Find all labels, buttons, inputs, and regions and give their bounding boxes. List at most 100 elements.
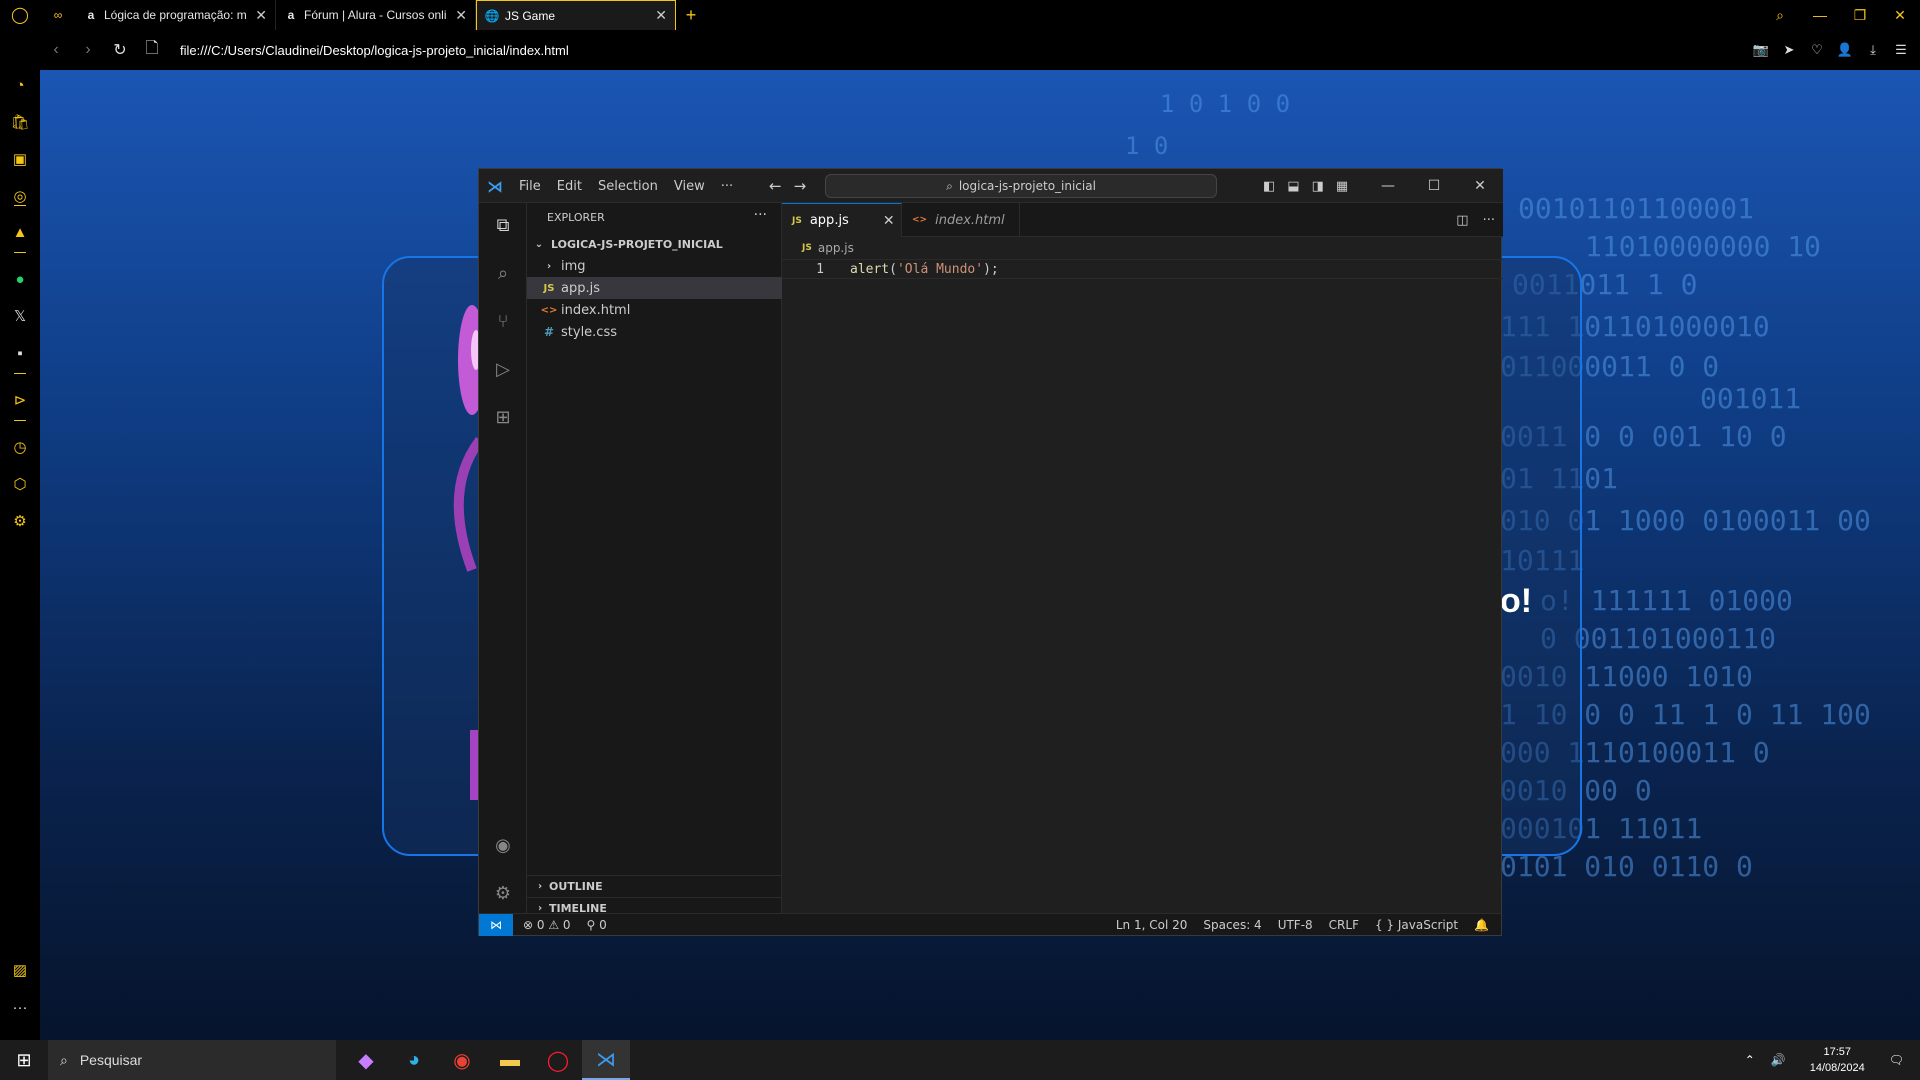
go-forward-icon[interactable]: → <box>794 177 807 195</box>
close-tab-icon[interactable]: ✕ <box>655 7 667 24</box>
outline-section[interactable]: › OUTLINE <box>527 875 782 897</box>
vscode-taskbar-icon[interactable]: ⋊ <box>582 1040 630 1080</box>
run-debug-icon[interactable]: ▷ <box>491 357 515 381</box>
remote-indicator-icon[interactable]: ⋈ <box>479 913 513 936</box>
shopping-icon[interactable]: 🛍 <box>8 110 32 134</box>
vscode-close-icon[interactable]: ✕ <box>1457 169 1503 203</box>
copilot-icon[interactable]: ◆ <box>342 1040 390 1080</box>
send-icon[interactable]: ➤ <box>1778 39 1800 61</box>
workspaces-icon[interactable]: ∞ <box>40 0 76 30</box>
heart-icon[interactable]: ♡ <box>1806 39 1828 61</box>
tree-item-indexhtml[interactable]: <> index.html <box>527 299 782 321</box>
close-tab-icon[interactable]: ✕ <box>255 7 267 24</box>
back-icon[interactable]: ‹ <box>40 30 72 70</box>
go-back-icon[interactable]: ← <box>769 177 782 195</box>
file-explorer-icon[interactable]: ▬ <box>486 1040 534 1080</box>
extensions-view-icon[interactable]: ⊞ <box>491 405 515 429</box>
explorer-icon[interactable]: ⧉ <box>491 213 515 237</box>
new-tab-button[interactable]: + <box>676 0 706 30</box>
opera-logo-icon[interactable]: ◯ <box>0 0 40 30</box>
search-view-icon[interactable]: ⌕ <box>491 261 515 285</box>
accounts-icon[interactable]: ◉ <box>491 833 515 857</box>
manage-gear-icon[interactable]: ⚙ <box>491 881 515 905</box>
taskbar-search[interactable]: ⌕ Pesquisar <box>48 1040 336 1080</box>
command-center-search[interactable]: ⌕ logica-js-projeto_inicial <box>825 174 1217 198</box>
tab-indexhtml[interactable]: <> index.html <box>902 203 1020 237</box>
toggle-sidebar-icon[interactable]: ◧ <box>1263 179 1275 194</box>
clock[interactable]: 17:57 14/08/2024 <box>1810 1044 1865 1076</box>
forward-icon[interactable]: › <box>72 30 104 70</box>
breadcrumb[interactable]: JS app.js <box>782 237 854 259</box>
source-control-icon[interactable]: ⑂ <box>491 309 515 333</box>
tab-appjs[interactable]: JS app.js ✕ <box>782 203 902 237</box>
code-line[interactable]: 1 alert('Olá Mundo'); <box>782 259 1503 279</box>
edge-icon[interactable]: ◕ <box>390 1040 438 1080</box>
close-window-icon[interactable]: ✕ <box>1880 0 1920 30</box>
close-editor-icon[interactable]: ✕ <box>883 213 895 229</box>
toggle-secondary-sidebar-icon[interactable]: ◨ <box>1312 179 1324 194</box>
discord-icon[interactable]: ▪ <box>8 341 32 365</box>
more-icon[interactable]: ··· <box>8 995 32 1019</box>
settings-icon[interactable]: ⚙ <box>8 509 32 533</box>
speed-dial-icon[interactable]: ◔ <box>8 73 32 97</box>
tab-js-game[interactable]: 🌐 JS Game ✕ <box>476 0 676 30</box>
chrome-icon[interactable]: ◉ <box>438 1040 486 1080</box>
extensions-icon[interactable]: ⬡ <box>8 472 32 496</box>
problems-status[interactable]: ⊗ 0 ⚠ 0 <box>523 918 571 932</box>
cursor-position[interactable]: Ln 1, Col 20 <box>1116 918 1188 932</box>
encoding[interactable]: UTF-8 <box>1278 918 1313 932</box>
editor-more-icon[interactable]: ··· <box>1483 213 1495 228</box>
reload-icon[interactable]: ↻ <box>104 30 136 70</box>
menu-view[interactable]: View <box>674 179 705 194</box>
page-info-icon[interactable]: 🗋 <box>136 30 168 70</box>
restore-icon[interactable]: ❐ <box>1840 0 1880 30</box>
customize-layout-icon[interactable]: ▦ <box>1336 179 1348 194</box>
split-editor-icon[interactable]: ◫ <box>1456 213 1468 228</box>
alura-icon[interactable]: ▲ <box>8 220 32 244</box>
tree-item-stylecss[interactable]: # style.css <box>527 321 782 343</box>
x-twitter-icon[interactable]: 𝕏 <box>8 304 32 328</box>
show-hidden-icons-icon[interactable]: ⌃ <box>1745 1053 1755 1067</box>
history-icon[interactable]: ◷ <box>8 435 32 459</box>
tree-item-img[interactable]: › img <box>527 255 782 277</box>
menu-selection[interactable]: Selection <box>598 179 658 194</box>
search-tabs-icon[interactable]: ⌕ <box>1760 0 1800 30</box>
end-of-line[interactable]: CRLF <box>1329 918 1359 932</box>
menu-icon[interactable]: ☰ <box>1890 39 1912 61</box>
volume-icon[interactable]: 🔊 <box>1771 1053 1786 1067</box>
language-mode[interactable]: { } JavaScript <box>1375 918 1458 932</box>
tab-forum[interactable]: a Fórum | Alura - Cursos onli ✕ <box>276 0 476 30</box>
menu-more[interactable]: ··· <box>721 179 733 194</box>
whatsapp-icon[interactable]: ● <box>8 267 32 291</box>
player-icon[interactable]: ⊳ <box>8 388 32 412</box>
download-icon[interactable]: ⤓ <box>1862 39 1884 61</box>
tab-logica[interactable]: a Lógica de programação: m ✕ <box>76 0 276 30</box>
tree-item-label: style.css <box>561 324 617 340</box>
tree-item-appjs[interactable]: JS app.js <box>527 277 782 299</box>
twitch-icon[interactable]: ▣ <box>8 147 32 171</box>
language-label: JavaScript <box>1397 918 1459 932</box>
code-text[interactable]: alert('Olá Mundo'); <box>850 262 999 277</box>
minimize-icon[interactable]: — <box>1800 0 1840 30</box>
indentation[interactable]: Spaces: 4 <box>1203 918 1261 932</box>
status-bar: ⋈ ⊗ 0 ⚠ 0 ⚲ 0 Ln 1, Col 20 Spaces: 4 UTF… <box>479 913 1501 936</box>
windows-start-icon[interactable]: ⊞ <box>0 1040 48 1080</box>
root-folder-label: LOGICA-JS-PROJETO_INICIAL <box>551 237 723 251</box>
ports-status[interactable]: ⚲ 0 <box>587 918 607 932</box>
menu-edit[interactable]: Edit <box>557 179 582 194</box>
notifications-bell-icon[interactable]: 🔔 <box>1474 918 1489 932</box>
menu-file[interactable]: File <box>519 179 541 194</box>
snapshot-icon[interactable]: 📷 <box>1750 39 1772 61</box>
vscode-maximize-icon[interactable]: ☐ <box>1411 169 1457 203</box>
editor-tabs: JS app.js ✕ <> index.html ◫ ··· <box>782 203 1503 237</box>
more-actions-icon[interactable]: ··· <box>754 207 767 223</box>
vscode-minimize-icon[interactable]: — <box>1365 169 1411 203</box>
notifications-icon[interactable]: 🗨 <box>1889 1053 1904 1067</box>
toggle-panel-icon[interactable]: ⬓ <box>1287 179 1299 194</box>
profile-icon[interactable]: 👤 <box>1834 39 1856 61</box>
gallery-icon[interactable]: ▨ <box>8 958 32 982</box>
opera-taskbar-icon[interactable]: ◯ <box>534 1040 582 1080</box>
close-tab-icon[interactable]: ✕ <box>455 7 467 24</box>
url-field[interactable]: file:///C:/Users/Claudinei/Desktop/logic… <box>180 43 1750 58</box>
workspace-root[interactable]: ⌄ LOGICA-JS-PROJETO_INICIAL <box>527 233 782 255</box>
